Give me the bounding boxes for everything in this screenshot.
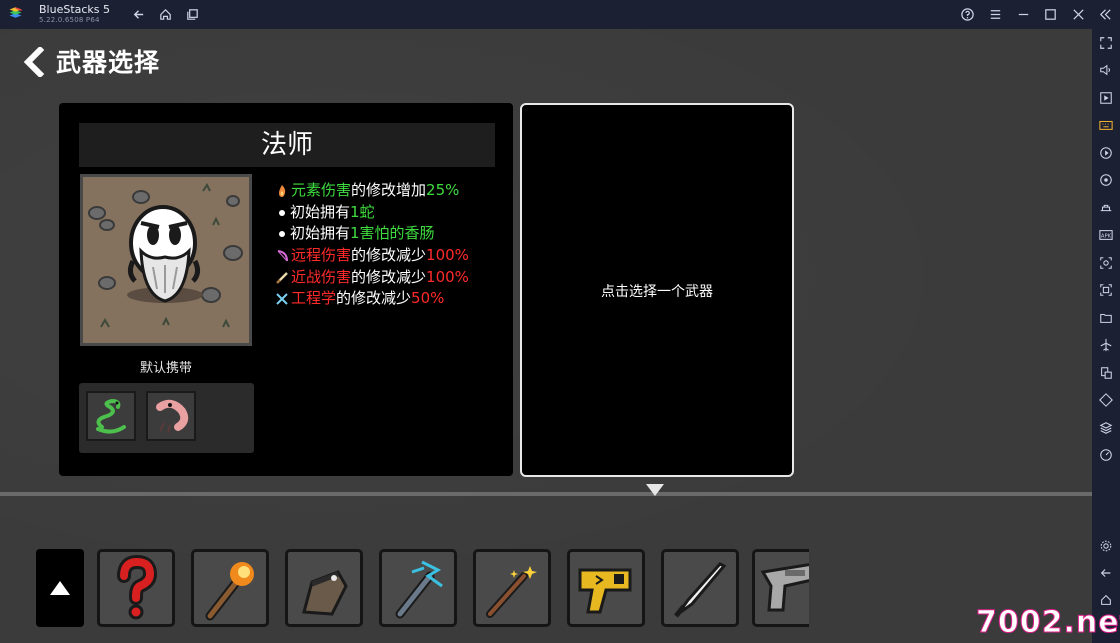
default-carry-label: 默认携带 bbox=[139, 361, 192, 376]
stat-text-item: 1害怕的香肠 bbox=[350, 224, 435, 243]
sword-blade-icon bbox=[674, 562, 727, 618]
back-nav-icon[interactable] bbox=[130, 6, 147, 23]
weapon-select-hint: 点击选择一个武器 bbox=[601, 284, 713, 300]
keyboard-controls-icon[interactable] bbox=[1098, 117, 1114, 133]
record-icon[interactable] bbox=[1098, 282, 1114, 298]
weapon-slot-gun[interactable] bbox=[752, 549, 809, 627]
multi-instance-icon[interactable] bbox=[184, 6, 201, 23]
app-name: BlueStacks 5 bbox=[39, 3, 111, 16]
airplane-icon[interactable] bbox=[1098, 337, 1114, 353]
stat-line: 初始拥有 1蛇 bbox=[275, 202, 505, 224]
stat-text-value: 50% bbox=[411, 289, 445, 308]
stat-text-start: 初始拥有 bbox=[290, 224, 351, 243]
svg-text:APK: APK bbox=[1101, 234, 1112, 240]
mage-portrait-icon bbox=[83, 177, 249, 343]
bluestacks-title-bar: BlueStacks 5 5.22.0.6508 P64 bbox=[0, 0, 1120, 29]
maximize-icon[interactable] bbox=[1042, 6, 1059, 23]
stat-line: 初始拥有 1害怕的香肠 bbox=[275, 223, 505, 245]
stat-line: 近战伤害 的修改减少 100% bbox=[275, 267, 505, 289]
stat-text-modifier: 的修改减少 bbox=[336, 289, 412, 308]
random-question-icon bbox=[117, 554, 158, 620]
help-icon[interactable] bbox=[959, 6, 976, 23]
bluestacks-logo-icon bbox=[8, 5, 28, 25]
default-carry-items bbox=[79, 383, 254, 453]
torch-icon bbox=[205, 562, 254, 621]
speed-icon[interactable] bbox=[1098, 447, 1114, 463]
stat-text-ranged: 远程伤害 bbox=[291, 246, 352, 265]
back-arrow-icon[interactable] bbox=[22, 47, 48, 77]
layers-icon[interactable] bbox=[1098, 420, 1114, 436]
settings-icon[interactable] bbox=[1098, 538, 1114, 554]
weapon-slot-gun-clip bbox=[752, 549, 809, 627]
snake-icon[interactable] bbox=[86, 391, 136, 441]
weapon-slot-torch[interactable] bbox=[191, 549, 269, 627]
stat-text-value: 100% bbox=[426, 267, 469, 286]
weapon-slot-fist[interactable] bbox=[285, 549, 363, 627]
scroll-up-button[interactable] bbox=[36, 549, 84, 627]
weapon-preview-panel[interactable]: 点击选择一个武器 bbox=[520, 103, 794, 477]
android-back-icon[interactable] bbox=[1098, 565, 1114, 581]
stat-text-melee: 近战伤害 bbox=[291, 267, 352, 286]
stat-text-modifier: 的修改增加 bbox=[351, 181, 427, 199]
expand-down-icon[interactable] bbox=[646, 484, 664, 496]
stat-text-modifier: 的修改减少 bbox=[351, 246, 427, 265]
macro-icon[interactable] bbox=[1098, 145, 1114, 161]
screenshot-icon[interactable] bbox=[1098, 255, 1114, 271]
weapon-slot-wand[interactable] bbox=[473, 549, 551, 627]
volume-icon[interactable] bbox=[1098, 62, 1114, 78]
fist-icon bbox=[302, 570, 348, 616]
stat-text-value: 100% bbox=[426, 246, 469, 265]
gun-icon bbox=[760, 563, 809, 612]
weapon-slot-sword[interactable] bbox=[661, 549, 739, 627]
triangle-up-icon bbox=[50, 581, 70, 595]
apk-install-icon[interactable]: APK bbox=[1098, 227, 1114, 243]
character-name: 法师 bbox=[79, 123, 495, 167]
stat-text-start: 初始拥有 bbox=[290, 202, 351, 221]
folder-icon[interactable] bbox=[1098, 310, 1114, 326]
weapon-slot-taser[interactable] bbox=[567, 549, 645, 627]
bluestacks-sidebar: APK bbox=[1092, 29, 1120, 643]
collapse-sidebar-icon[interactable] bbox=[1097, 6, 1114, 23]
close-icon[interactable] bbox=[1070, 6, 1087, 23]
bullet-icon bbox=[279, 209, 285, 216]
app-version: 5.22.0.6508 P64 bbox=[39, 16, 100, 24]
lightning-staff-icon bbox=[395, 560, 443, 619]
sync-icon[interactable] bbox=[1098, 392, 1114, 408]
taser-icon bbox=[578, 568, 632, 614]
stat-text-element: 元素伤害 bbox=[291, 181, 352, 199]
stat-text-value: 25% bbox=[426, 181, 460, 199]
fire-icon bbox=[275, 184, 289, 198]
eco-mode-icon[interactable] bbox=[1098, 200, 1114, 216]
stat-text-engineering: 工程学 bbox=[291, 289, 337, 308]
stat-line: 元素伤害 的修改增加 25% bbox=[275, 180, 505, 202]
weapon-slot-random[interactable] bbox=[97, 549, 175, 627]
sword-icon bbox=[275, 271, 289, 285]
divider bbox=[0, 492, 1092, 496]
character-portrait bbox=[80, 174, 252, 346]
bullet-icon bbox=[279, 231, 285, 238]
bow-icon bbox=[275, 249, 289, 263]
watermark: 7002.net bbox=[976, 605, 1120, 641]
weapon-slot-lightning[interactable] bbox=[379, 549, 457, 627]
multi-window-icon[interactable] bbox=[1098, 365, 1114, 381]
menu-icon[interactable] bbox=[987, 6, 1004, 23]
minimize-icon[interactable] bbox=[1015, 6, 1032, 23]
screen-title: 武器选择 bbox=[56, 48, 161, 77]
character-stats: 元素伤害 的修改增加 25% 初始拥有 1蛇 初始拥有 1害怕的香肠 远程伤害 的修改减少… bbox=[275, 180, 505, 310]
stat-line: 工程学 的修改减少 50% bbox=[275, 288, 505, 310]
character-panel: 法师 元素伤害 的修改增加 25% 初始拥有 1蛇 初始拥有 1害怕的香肠 远程… bbox=[59, 103, 513, 476]
scared-sausage-icon[interactable] bbox=[146, 391, 196, 441]
rotate-icon[interactable] bbox=[1098, 172, 1114, 188]
home-icon[interactable] bbox=[157, 6, 174, 23]
stat-line: 远程伤害 的修改减少 100% bbox=[275, 245, 505, 267]
media-icon[interactable] bbox=[1098, 90, 1114, 106]
magic-wand-icon bbox=[486, 566, 537, 618]
stat-text-modifier: 的修改减少 bbox=[351, 267, 427, 286]
wrench-icon bbox=[275, 292, 289, 306]
fullscreen-icon[interactable] bbox=[1098, 35, 1114, 51]
game-screen: 武器选择 法师 元素伤害 的修改增加 25% 初始拥有 1蛇 初始拥有 1害怕的… bbox=[0, 29, 1092, 643]
stat-text-item: 1蛇 bbox=[350, 202, 375, 221]
